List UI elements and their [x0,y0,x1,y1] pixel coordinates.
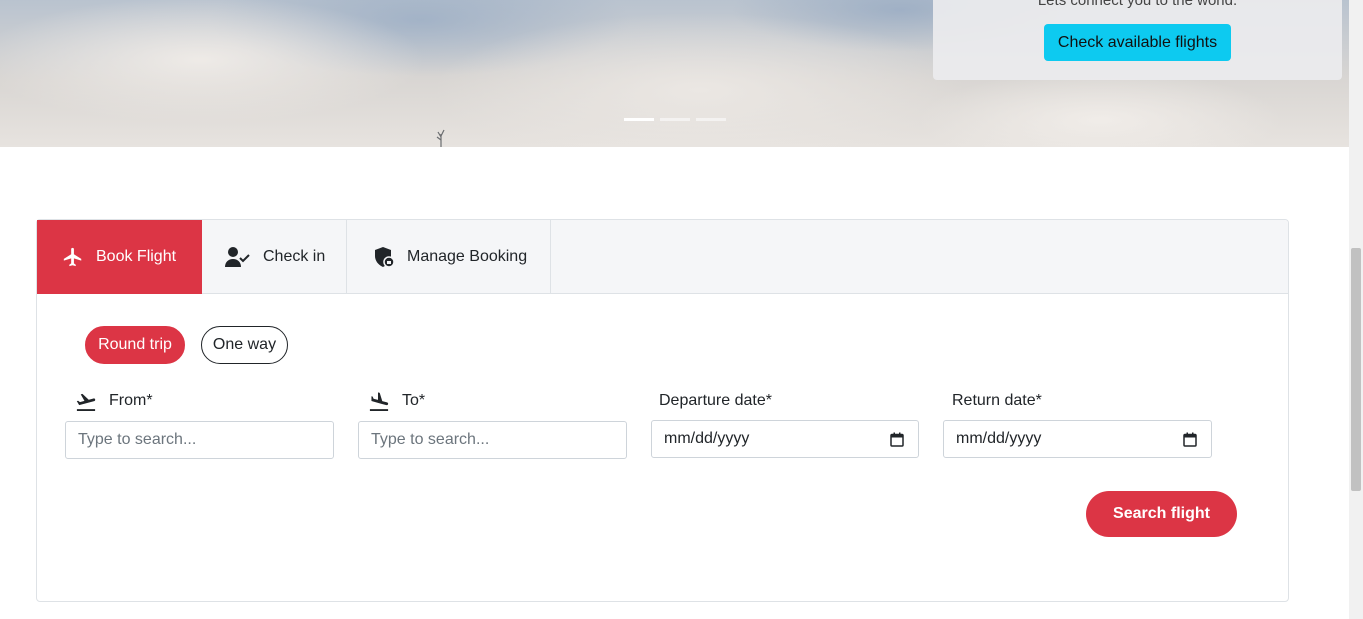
carousel-indicator-2[interactable] [660,118,690,121]
tab-book-flight-label: Book Flight [96,248,177,265]
from-label: From* [75,391,153,411]
calendar-icon[interactable] [1183,432,1197,447]
shield-lock-icon [375,247,395,268]
booking-tabs: Book Flight Check in Manage Booking [37,220,1288,294]
scrollbar-thumb[interactable] [1351,248,1361,491]
booking-panel: Book Flight Check in Manage Booking Roun… [36,219,1289,602]
tab-check-in-label: Check in [263,248,326,265]
departure-date-label: Departure date* [659,391,772,411]
airplane-icon [63,247,82,267]
page-scrollbar[interactable] [1349,0,1363,619]
check-available-flights-button[interactable]: Check available flights [1044,24,1231,61]
round-trip-toggle[interactable]: Round trip [85,326,185,364]
carousel-indicator-3[interactable] [696,118,726,121]
tree-silhouette [436,129,445,147]
calendar-icon[interactable] [890,432,904,447]
return-date-input[interactable]: mm/dd/yyyy [943,420,1212,458]
to-label-text: To* [402,392,426,409]
user-check-icon [225,247,250,267]
tab-manage-booking-label: Manage Booking [407,248,528,265]
return-date-value: mm/dd/yyyy [956,430,1042,447]
carousel-indicator-1[interactable] [624,118,654,121]
hero-caption-card: Lets connect you to the world. Check ava… [933,0,1342,80]
one-way-toggle[interactable]: One way [201,326,288,364]
tab-check-in[interactable]: Check in [202,220,347,294]
return-date-label: Return date* [952,391,1042,411]
tab-manage-booking[interactable]: Manage Booking [347,220,551,294]
plane-arrival-icon [369,392,389,411]
departure-date-label-text: Departure date* [659,392,772,409]
to-label: To* [368,391,425,411]
from-input-placeholder: Type to search... [78,431,197,448]
hero-tagline: Lets connect you to the world. [1037,0,1238,9]
departure-date-value: mm/dd/yyyy [664,430,750,447]
tab-book-flight[interactable]: Book Flight [37,220,202,294]
departure-date-input[interactable]: mm/dd/yyyy [651,420,919,458]
search-flight-button[interactable]: Search flight [1086,491,1237,537]
return-date-label-text: Return date* [952,392,1042,409]
to-input[interactable]: Type to search... [358,421,627,459]
from-input[interactable]: Type to search... [65,421,334,459]
to-input-placeholder: Type to search... [371,431,490,448]
hero-carousel: Lets connect you to the world. Check ava… [0,0,1349,147]
from-label-text: From* [109,392,153,409]
plane-departure-icon [76,393,96,411]
